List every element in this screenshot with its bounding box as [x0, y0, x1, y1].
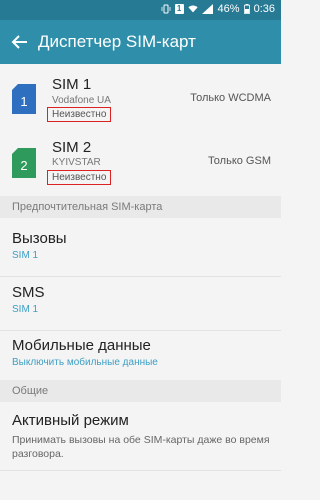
app-bar: Диспетчер SIM-карт: [0, 20, 281, 64]
status-time: 0:36: [253, 3, 275, 15]
wifi-icon: [187, 5, 198, 13]
sim2-status: Неизвестно: [47, 170, 112, 185]
sim1-status: Неизвестно: [47, 107, 112, 122]
active-mode-item[interactable]: Активный режим Принимать вызовы на обе S…: [0, 404, 281, 474]
back-arrow-icon[interactable]: [6, 28, 34, 56]
active-mode-title: Активный режим: [12, 412, 129, 429]
sim2-operator: KYIVSTAR: [52, 157, 101, 168]
section-header-general: Общие: [0, 380, 281, 402]
vibrate-icon: [161, 4, 170, 14]
sim1-card-icon: 1: [12, 84, 36, 114]
preferred-data-title: Мобильные данные: [12, 337, 151, 354]
divider: [0, 470, 281, 471]
preferred-sms-value: SIM 1: [12, 304, 39, 315]
preferred-sms-item[interactable]: SMS SIM 1: [0, 277, 281, 327]
sim2-network-mode: Только GSM: [207, 155, 271, 167]
sim1-name: SIM 1: [52, 76, 92, 93]
preferred-data-item[interactable]: Мобильные данные Выключить мобильные дан…: [0, 331, 281, 381]
battery-icon: [243, 4, 250, 14]
sim1-network-mode: Только WCDMA: [190, 92, 271, 104]
sim2-card-number: 2: [20, 158, 27, 173]
sim2-name: SIM 2: [52, 139, 92, 156]
sim2-row[interactable]: 2 SIM 2 KYIVSTAR Неизвестно Только GSM: [0, 132, 281, 194]
preferred-calls-title: Вызовы: [12, 230, 67, 247]
sim2-card-icon: 2: [12, 148, 36, 178]
section-header-preferred: Предпочтительная SIM-карта: [0, 196, 281, 218]
page-title: Диспетчер SIM-карт: [38, 32, 196, 51]
preferred-data-value: Выключить мобильные данные: [12, 357, 158, 368]
status-bar-right: 1 46% 0:36: [161, 3, 275, 15]
active-mode-description: Принимать вызовы на обе SIM-карты даже в…: [12, 434, 270, 460]
preferred-calls-item[interactable]: Вызовы SIM 1: [0, 222, 281, 272]
status-bar: 1 46% 0:36: [0, 0, 281, 20]
sim1-operator: Vodafone UA: [52, 95, 111, 106]
preferred-calls-value: SIM 1: [12, 250, 39, 261]
sim-manager-content: 1 SIM 1 Vodafone UA Неизвестно Только WC…: [0, 64, 281, 500]
sim-indicator-icon: 1: [174, 4, 184, 14]
battery-percent: 46%: [217, 3, 240, 15]
sim1-card-number: 1: [20, 94, 27, 109]
signal-icon: [201, 4, 213, 14]
preferred-sms-title: SMS: [12, 284, 45, 301]
sim1-row[interactable]: 1 SIM 1 Vodafone UA Неизвестно Только WC…: [0, 70, 281, 132]
